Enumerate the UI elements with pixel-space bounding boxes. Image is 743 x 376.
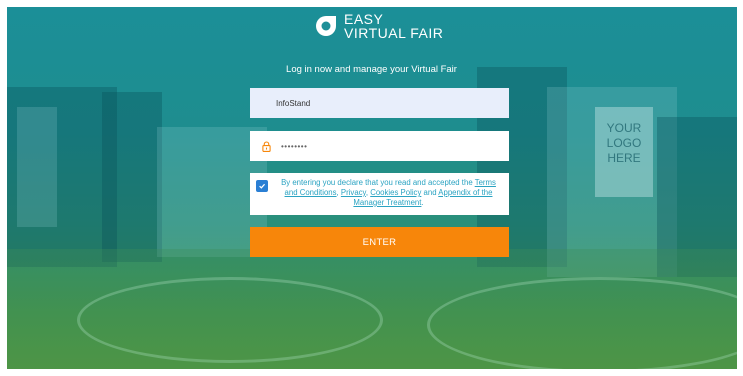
login-page: YOUR LOGO HERE EASY VIRTUAL FAIR Log in …	[0, 0, 743, 376]
password-value: ••••••••	[281, 141, 308, 151]
username-value: InfoStand	[276, 98, 311, 108]
brand-name-line1: EASY	[344, 11, 384, 27]
lock-icon	[262, 140, 271, 152]
login-tagline: Log in now and manage your Virtual Fair	[286, 64, 457, 75]
cookies-policy-link[interactable]: Cookies Policy	[370, 188, 421, 197]
privacy-link[interactable]: Privacy	[341, 188, 366, 197]
logo-placeholder-banner: YOUR LOGO HERE	[595, 107, 653, 197]
consent-text: By entering you declare that you read an…	[281, 178, 496, 207]
brand-mark-icon	[316, 16, 336, 36]
password-input[interactable]: ••••••••	[250, 131, 509, 161]
brand-logo: EASY VIRTUAL FAIR	[314, 12, 443, 40]
brand-name-line2: VIRTUAL FAIR	[344, 25, 444, 41]
enter-button[interactable]: ENTER	[250, 227, 509, 257]
consent-section: By entering you declare that you read an…	[250, 173, 509, 215]
username-input[interactable]: InfoStand	[250, 88, 509, 118]
consent-checkbox[interactable]	[256, 180, 268, 192]
checkmark-icon	[259, 183, 266, 189]
